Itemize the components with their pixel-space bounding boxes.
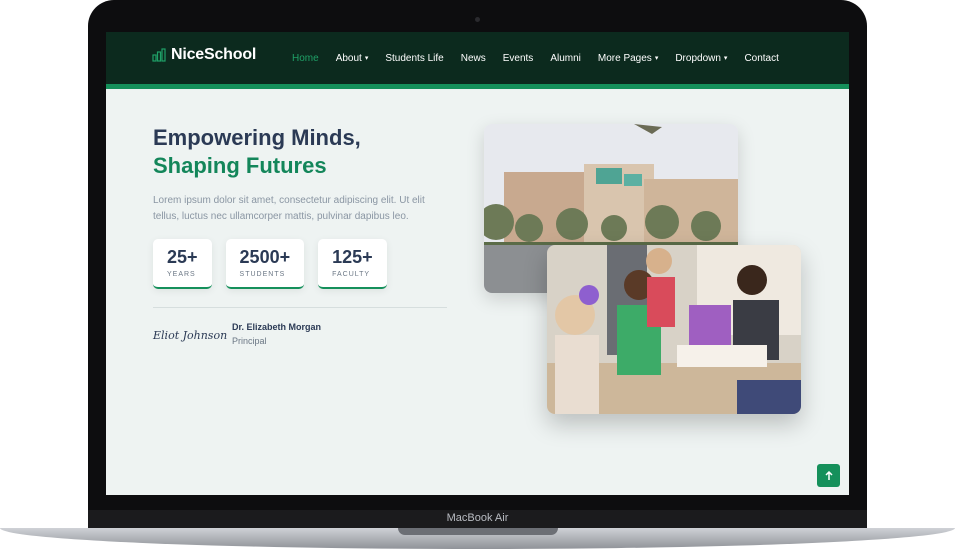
- stat-card-years: 25+ YEARS: [153, 239, 212, 289]
- nav-item-label: More Pages: [597, 52, 652, 64]
- chevron-down-icon: ▾: [654, 54, 659, 62]
- stat-label: FACULTY: [332, 271, 371, 278]
- device-model-label: MacBook Air: [446, 512, 509, 524]
- stats-row: 25+ YEARS 2500+ STUDENTS 125+ FACULTY: [153, 239, 387, 289]
- stat-value: 25+: [167, 247, 198, 267]
- camera-icon: [475, 17, 480, 22]
- nav-item-label: Dropdown: [675, 52, 721, 64]
- nav-item-label: News: [460, 52, 486, 64]
- chevron-down-icon: ▾: [364, 54, 369, 62]
- arrow-up-icon: [824, 470, 833, 480]
- nav-menu: Home About ▾ Students Life News Events Al…: [292, 32, 779, 84]
- signature: Eliot Johnson: [153, 329, 228, 342]
- nav-item-label: Events: [502, 52, 534, 64]
- hero-description: Lorem ipsum dolor sit amet, consectetur …: [153, 195, 425, 222]
- chart-bar-icon: [152, 48, 166, 62]
- stat-value: 125+: [332, 247, 373, 267]
- stat-card-students: 2500+ STUDENTS: [225, 239, 305, 289]
- hero-title-line2: Shaping Futures: [153, 153, 327, 178]
- browser-screen: NiceSchool Home About ▾ Students Life New…: [106, 32, 849, 495]
- nav-item-contact[interactable]: Contact: [744, 53, 778, 64]
- nav-item-label: Alumni: [550, 52, 581, 64]
- nav-item-dropdown[interactable]: Dropdown ▾: [675, 53, 727, 64]
- stat-label: STUDENTS: [239, 271, 286, 278]
- stat-label: YEARS: [167, 271, 196, 278]
- nav-item-events[interactable]: Events: [503, 53, 534, 64]
- principal-name: Dr. Elizabeth Morgan: [232, 322, 322, 332]
- brand-logo[interactable]: NiceSchool: [152, 46, 256, 64]
- nav-item-home[interactable]: Home: [292, 53, 319, 64]
- nav-item-label: About: [335, 52, 362, 64]
- navbar: NiceSchool Home About ▾ Students Life New…: [106, 32, 849, 84]
- stat-value: 2500+: [239, 247, 291, 267]
- nav-accent-bar: [106, 84, 849, 89]
- students-image: [547, 245, 801, 414]
- hero-title: Empowering Minds, Shaping Futures: [153, 124, 361, 180]
- brand-name: NiceSchool: [171, 46, 257, 63]
- principal-info: Dr. Elizabeth Morgan Principal: [232, 322, 321, 346]
- hero-title-line1: Empowering Minds,: [153, 125, 361, 150]
- nav-item-alumni[interactable]: Alumni: [550, 53, 581, 64]
- laptop-notch: [398, 528, 558, 535]
- nav-item-label: Contact: [744, 52, 779, 64]
- nav-item-news[interactable]: News: [461, 53, 486, 64]
- principal-role: Principal: [232, 336, 267, 346]
- nav-item-about[interactable]: About ▾: [336, 53, 369, 64]
- nav-item-label: Home: [292, 52, 319, 64]
- chevron-down-icon: ▾: [723, 54, 728, 62]
- scroll-top-button[interactable]: [817, 464, 840, 487]
- nav-item-label: Students Life: [385, 52, 444, 64]
- stat-card-faculty: 125+ FACULTY: [318, 239, 387, 289]
- nav-item-more-pages[interactable]: More Pages ▾: [598, 53, 658, 64]
- nav-item-students-life[interactable]: Students Life: [385, 53, 443, 64]
- divider: [153, 307, 447, 308]
